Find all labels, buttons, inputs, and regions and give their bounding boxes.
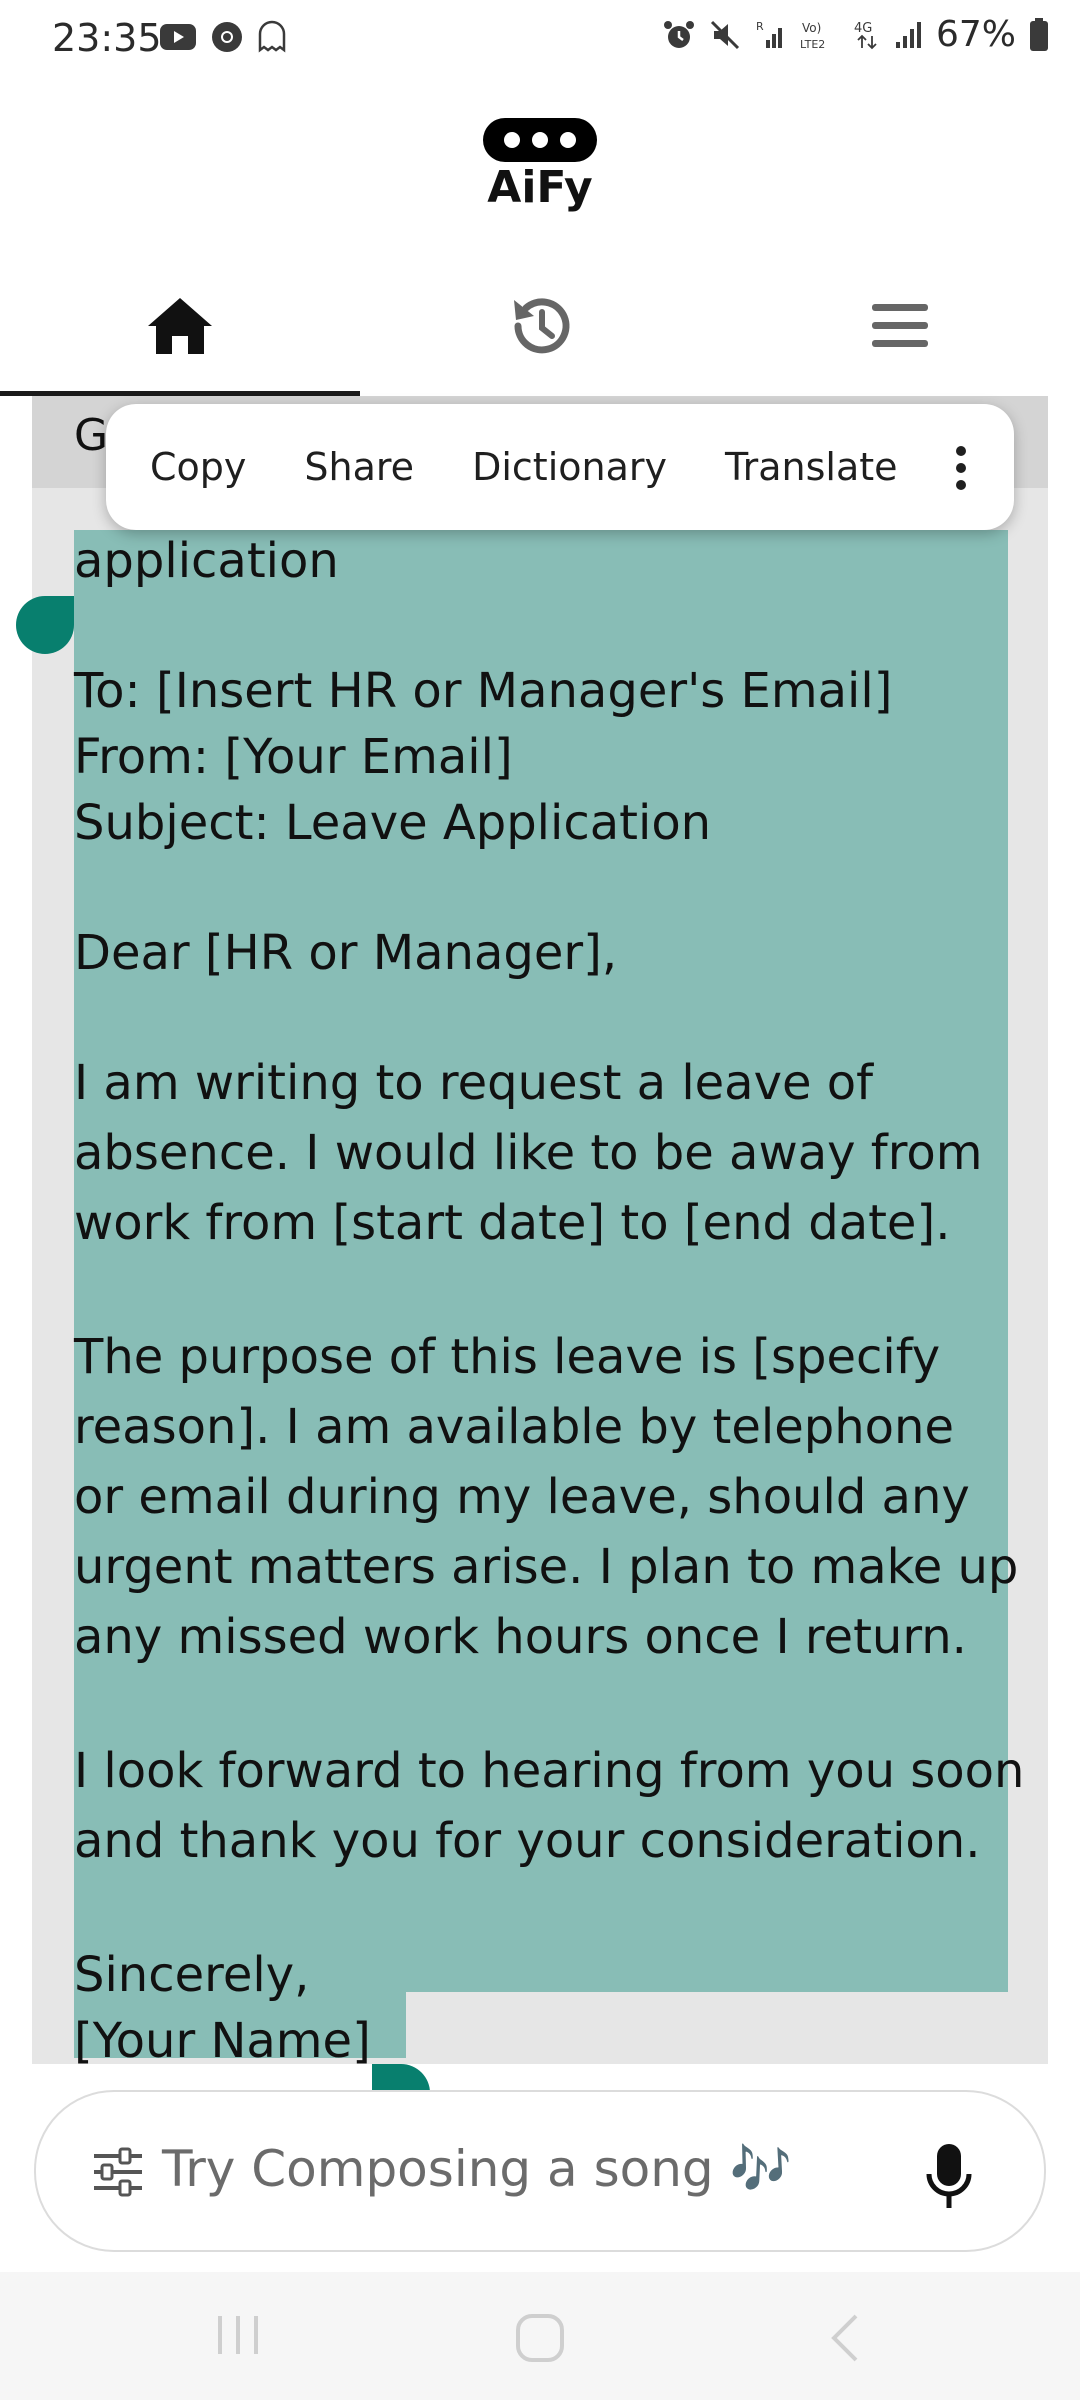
- letter-line: urgent matters arise. I plan to make up: [74, 1539, 1019, 1595]
- prompt-input-bar[interactable]: Try Composing a song 🎶: [34, 2090, 1046, 2252]
- letter-line: reason]. I am available by telephone: [74, 1399, 954, 1455]
- tab-home[interactable]: [0, 256, 360, 396]
- letter-line: To: [Insert HR or Manager's Email]: [74, 663, 893, 719]
- back-nav-icon[interactable]: [826, 2312, 866, 2364]
- letter-line: Sincerely,: [74, 1947, 310, 2003]
- letter-line: and thank you for your consideration.: [74, 1813, 981, 1869]
- svg-text:R: R: [756, 20, 764, 33]
- letter-line: I look forward to hearing from you soon: [74, 1743, 1025, 1799]
- letter-blank-line: [74, 986, 1014, 1050]
- selection-start-handle[interactable]: [16, 596, 74, 654]
- tab-menu[interactable]: [720, 256, 1080, 396]
- tab-bar: [0, 256, 1080, 396]
- translate-menu-item[interactable]: Translate: [725, 445, 898, 489]
- letter-line: or email during my leave, should any: [74, 1469, 970, 1525]
- svg-text:4G: 4G: [854, 21, 872, 36]
- home-nav-icon[interactable]: [514, 2312, 566, 2364]
- status-time: 23:35: [52, 16, 162, 60]
- letter-line: [Your Name]: [74, 2013, 371, 2069]
- letter-line: application: [74, 533, 339, 589]
- letter-line: absence. I would like to be away from: [74, 1125, 983, 1181]
- chrome-icon: [212, 22, 242, 52]
- app-header: AiFy: [0, 76, 1080, 236]
- logo-icon: [483, 118, 597, 162]
- 4g-icon: 4G: [854, 21, 877, 49]
- letter-line: I am writing to request a leave of: [74, 1055, 874, 1111]
- copy-menu-item[interactable]: Copy: [150, 445, 246, 489]
- signal-r-icon: R: [756, 20, 782, 48]
- ghost-icon: [258, 20, 286, 53]
- letter-blank-line: [74, 1674, 1014, 1738]
- more-vert-icon[interactable]: [956, 446, 966, 490]
- letter-blank-line: [74, 1878, 1014, 1942]
- letter-line: work from [start date] to [end date].: [74, 1195, 951, 1251]
- generated-letter[interactable]: application To: [Insert HR or Manager's …: [74, 528, 1025, 2074]
- letter-line: Dear [HR or Manager],: [74, 925, 618, 981]
- signal-icon: [895, 21, 921, 48]
- battery-percent: 67%: [935, 14, 1016, 55]
- history-icon: [514, 298, 570, 354]
- volte-icon: Vo) LTE2: [800, 21, 825, 51]
- notification-icons: [158, 20, 288, 54]
- letter-blank-line: [74, 594, 1014, 658]
- share-menu-item[interactable]: Share: [304, 445, 414, 489]
- tune-icon[interactable]: [90, 2146, 146, 2198]
- recent-apps-icon[interactable]: [214, 2312, 264, 2358]
- menu-icon: [872, 304, 928, 347]
- svg-text:LTE2: LTE2: [800, 38, 825, 51]
- system-nav-bar: [0, 2272, 1080, 2400]
- svg-text:Vo): Vo): [802, 21, 821, 35]
- app-logo-text: AiFy: [487, 162, 593, 213]
- letter-line: The purpose of this leave is [specify: [74, 1329, 941, 1385]
- letter-line: From: [Your Email]: [74, 729, 513, 785]
- letter-line: any missed work hours once I return.: [74, 1609, 967, 1665]
- mute-icon: [710, 20, 740, 49]
- card-header-text: G: [74, 410, 109, 461]
- text-selection-menu: Copy Share Dictionary Translate: [106, 404, 1014, 530]
- home-icon: [148, 298, 212, 354]
- letter-blank-line: [74, 856, 1014, 920]
- youtube-icon: [160, 24, 196, 50]
- system-icons: R Vo) LTE2 4G 67%: [662, 14, 1050, 55]
- alarm-icon: [663, 20, 694, 48]
- microphone-icon[interactable]: [924, 2142, 974, 2212]
- tab-history[interactable]: [360, 256, 720, 396]
- status-bar: 23:35 R Vo) LTE2 4G 67%: [0, 0, 1080, 76]
- battery-icon: [1030, 17, 1048, 51]
- dictionary-menu-item[interactable]: Dictionary: [472, 445, 667, 489]
- letter-blank-line: [74, 1260, 1014, 1324]
- letter-line: Subject: Leave Application: [74, 795, 712, 851]
- prompt-input[interactable]: Try Composing a song 🎶: [162, 2140, 792, 2199]
